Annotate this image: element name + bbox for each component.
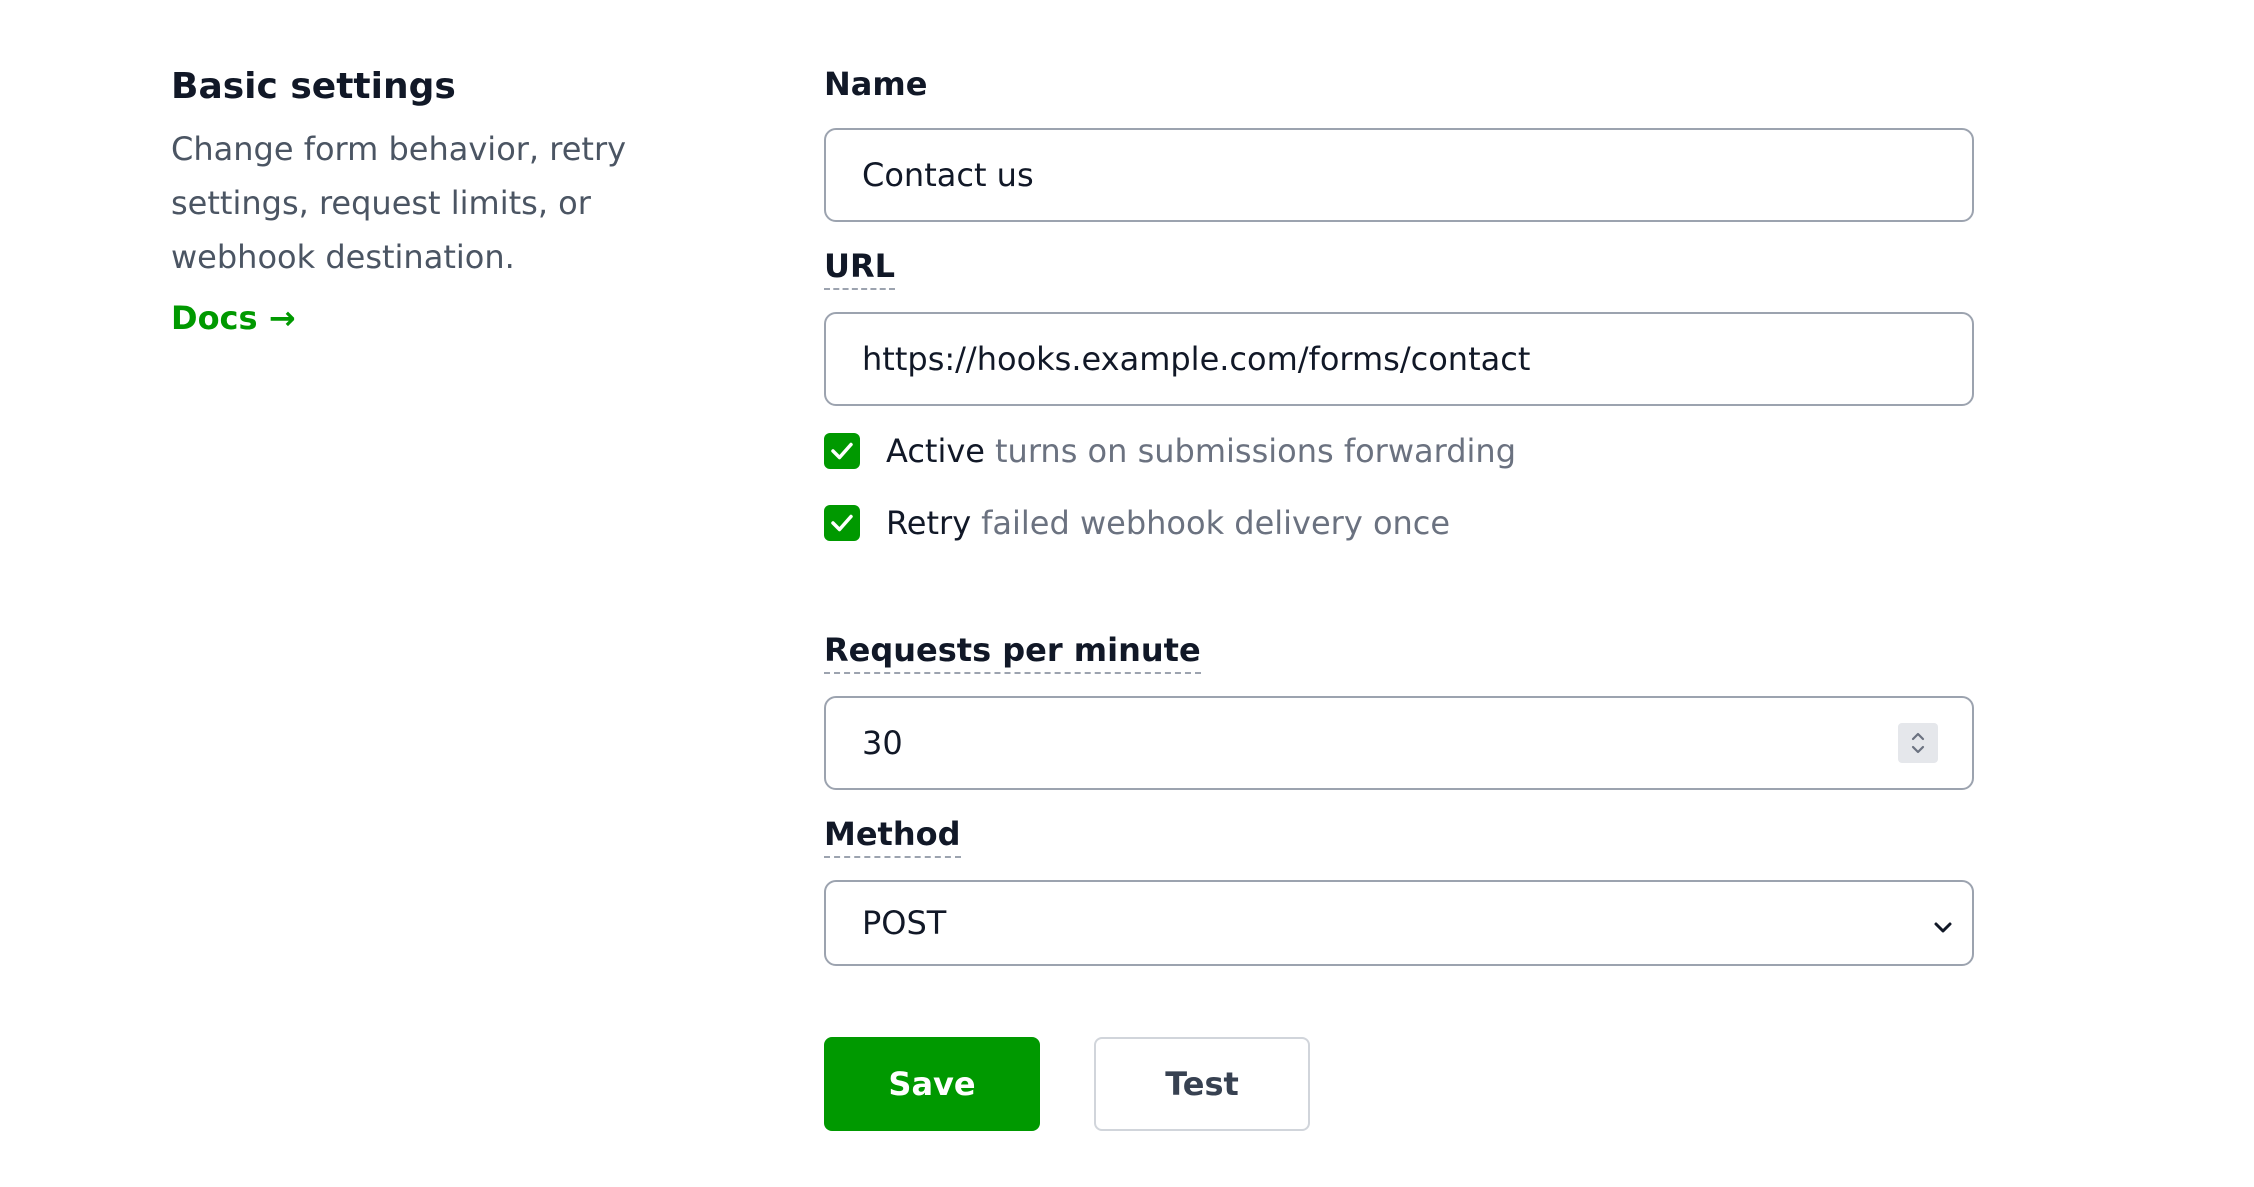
name-input-value: Contact us	[862, 156, 1034, 194]
name-label: Name	[824, 65, 928, 103]
active-checkbox[interactable]	[824, 433, 860, 469]
method-select[interactable]: POST	[824, 880, 1974, 966]
method-label: Method	[824, 814, 961, 858]
section-intro: Basic settings Change form behavior, ret…	[171, 62, 691, 340]
retry-hint: failed webhook delivery once	[981, 504, 1451, 542]
check-icon	[831, 514, 853, 532]
name-input[interactable]: Contact us	[824, 128, 1974, 222]
check-icon	[831, 442, 853, 460]
retry-label: Retry	[886, 504, 972, 542]
active-hint: turns on submissions forwarding	[994, 432, 1516, 470]
url-input[interactable]: https://hooks.example.com/forms/contact	[824, 312, 1974, 406]
requests-per-minute-label: Requests per minute	[824, 630, 1201, 674]
docs-link[interactable]: Docs →	[171, 296, 296, 340]
url-label: URL	[824, 246, 896, 290]
requests-per-minute-input[interactable]: 30	[824, 696, 1974, 790]
active-checkbox-row[interactable]: Active turns on submissions forwarding	[824, 426, 1516, 476]
active-label: Active	[886, 432, 985, 470]
retry-checkbox-row[interactable]: Retry failed webhook delivery once	[824, 498, 1450, 548]
url-input-value: https://hooks.example.com/forms/contact	[862, 340, 1531, 378]
settings-page: Basic settings Change form behavior, ret…	[0, 0, 2254, 1187]
save-button[interactable]: Save	[824, 1037, 1040, 1131]
retry-checkbox[interactable]	[824, 505, 860, 541]
stepper-arrows-icon[interactable]	[1898, 723, 1938, 763]
section-title: Basic settings	[171, 66, 456, 107]
chevron-down-icon	[1932, 904, 1954, 942]
section-description: Change form behavior, retry settings, re…	[171, 130, 627, 276]
test-button[interactable]: Test	[1094, 1037, 1310, 1131]
requests-per-minute-value: 30	[862, 724, 903, 762]
method-select-value: POST	[862, 904, 947, 942]
